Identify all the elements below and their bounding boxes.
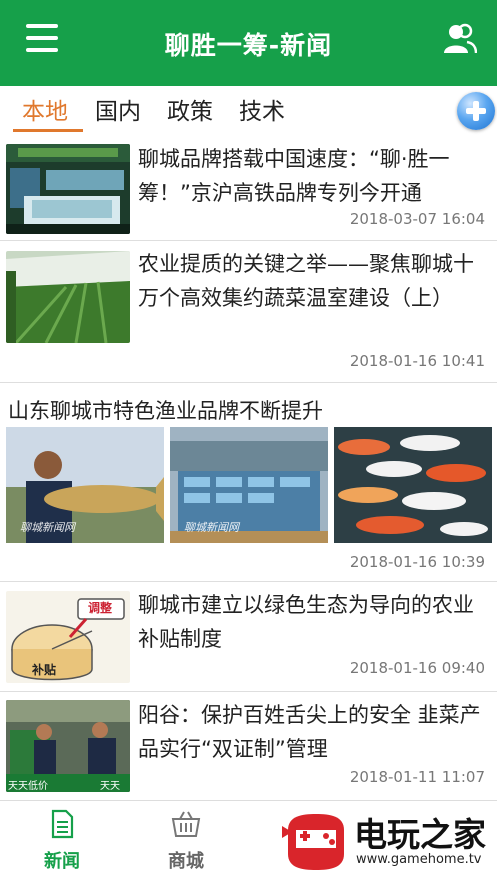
news-time: 2018-03-07 16:04 [349,210,485,228]
news-title: 山东聊城市特色渔业品牌不断提升 [8,399,323,423]
news-image-strip: 聊城新闻网 聊城新闻网 [6,427,492,543]
news-thumbnail [6,251,130,343]
active-tab-indicator [13,129,83,132]
watermark-name: 电玩之家 [354,815,486,854]
site-watermark: 电玩之家 www.gamehome.tv [282,808,492,878]
users-icon[interactable] [443,22,477,56]
nav-label: 商城 [168,851,204,872]
news-thumbnail: 调整 补贴 [6,591,130,683]
news-item[interactable]: 调整 补贴 聊城市建立以绿色生态为导向的农业补贴制度 2018-01-16 09… [0,582,497,692]
news-item[interactable]: 聊城品牌搭载中国速度：“聊·胜一筹！”京沪高铁品牌专列今开通 2018-03-0… [0,136,497,241]
news-time: 2018-01-16 10:39 [349,553,485,571]
cartoon-label: 补贴 [32,663,57,677]
nav-news[interactable]: 新闻 [22,809,102,873]
cartoon-label: 调整 [88,601,113,615]
news-time: 2018-01-11 11:07 [349,768,485,786]
news-thumbnail: 天天低价 天天 [6,700,130,792]
news-title: 阳谷：保护百姓舌尖上的安全 韭菜产品实行“双证制”管理 [138,703,481,761]
tab-policy[interactable]: 政策 [167,94,213,130]
news-item[interactable]: 天天低价 天天 阳谷：保护百姓舌尖上的安全 韭菜产品实行“双证制”管理 2018… [0,692,497,797]
image-watermark: 聊城新闻网 [20,521,75,534]
tab-technology[interactable]: 技术 [239,94,285,130]
news-title: 聊城品牌搭载中国速度：“聊·胜一筹！”京沪高铁品牌专列今开通 [138,147,450,205]
app-header: 聊胜一筹-新闻 [0,0,497,86]
news-item[interactable]: 农业提质的关键之举——聚焦聊城十万个高效集约蔬菜温室建设（上） 2018-01-… [0,241,497,383]
market-sign: 天天 [100,781,120,792]
page-title: 聊胜一筹-新闻 [164,31,333,60]
news-image: 聊城新闻网 [170,427,328,543]
market-sign: 天天低价 [8,781,48,792]
news-time: 2018-01-16 09:40 [349,659,485,677]
gamepad-logo-icon [282,814,344,870]
news-icon [51,809,74,839]
news-image: 聊城新闻网 [6,427,164,543]
image-watermark: 聊城新闻网 [184,521,239,534]
news-thumbnail [6,144,130,234]
basket-icon [171,811,201,837]
watermark-url: www.gamehome.tv [356,852,482,867]
nav-shop[interactable]: 商城 [146,809,226,873]
add-channel-icon[interactable] [457,92,495,130]
news-item[interactable]: 山东聊城市特色渔业品牌不断提升 聊城新闻网 聊城新闻网 2018-01-16 1… [0,383,497,582]
news-title: 聊城市建立以绿色生态为导向的农业补贴制度 [138,593,474,651]
tab-domestic[interactable]: 国内 [95,94,141,130]
news-time: 2018-01-16 10:41 [349,352,485,370]
tab-local[interactable]: 本地 [22,94,68,130]
news-title: 农业提质的关键之举——聚焦聊城十万个高效集约蔬菜温室建设（上） [138,252,474,310]
nav-label: 新闻 [44,851,80,872]
news-image [334,427,492,543]
